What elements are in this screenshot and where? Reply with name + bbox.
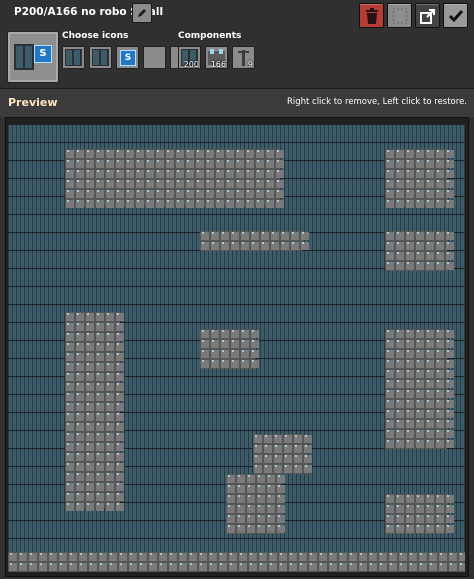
export-icon (419, 8, 435, 24)
component-count: 9 (247, 60, 253, 69)
title-bar: P200/A166 no robo Small (0, 0, 474, 28)
rename-button[interactable] (132, 3, 152, 23)
preview-hint: Right click to remove, Left click to res… (286, 97, 467, 107)
solar-panel-icon (14, 44, 34, 70)
rename-icon (138, 9, 146, 17)
components-label: Components (178, 31, 242, 41)
component-accumulator[interactable]: 166 (205, 46, 228, 69)
icon-slot-1[interactable] (62, 46, 85, 69)
trash-icon (365, 7, 378, 24)
icon-slot-3[interactable]: S (116, 46, 139, 69)
blank-button[interactable] (387, 3, 412, 28)
delete-button[interactable] (359, 3, 384, 28)
component-count: 200 (183, 60, 199, 69)
blueprint-preview-icon[interactable]: S (7, 31, 59, 83)
choose-icons-label: Choose icons (62, 31, 129, 41)
preview-label: Preview (8, 96, 58, 109)
blueprint-preview-grid[interactable] (8, 124, 465, 572)
component-count: 166 (210, 60, 226, 69)
signal-s-icon: S (34, 45, 52, 63)
confirm-button[interactable] (443, 3, 468, 28)
solar-panel-icon (92, 49, 109, 66)
blueprint-header: S Choose icons S Components 200 166 9 (0, 28, 474, 88)
component-electric-pole[interactable]: 9 (232, 46, 255, 69)
checkmark-icon (448, 9, 463, 22)
blank-slot-icon (392, 8, 407, 23)
icon-slot-4[interactable] (143, 46, 166, 69)
export-button[interactable] (415, 3, 440, 28)
icon-slot-2[interactable] (89, 46, 112, 69)
component-solar-panel[interactable]: 200 (178, 46, 201, 69)
preview-header: Preview Right click to remove, Left clic… (0, 88, 474, 117)
solar-panel-icon (65, 49, 82, 66)
signal-s-icon: S (120, 50, 136, 66)
